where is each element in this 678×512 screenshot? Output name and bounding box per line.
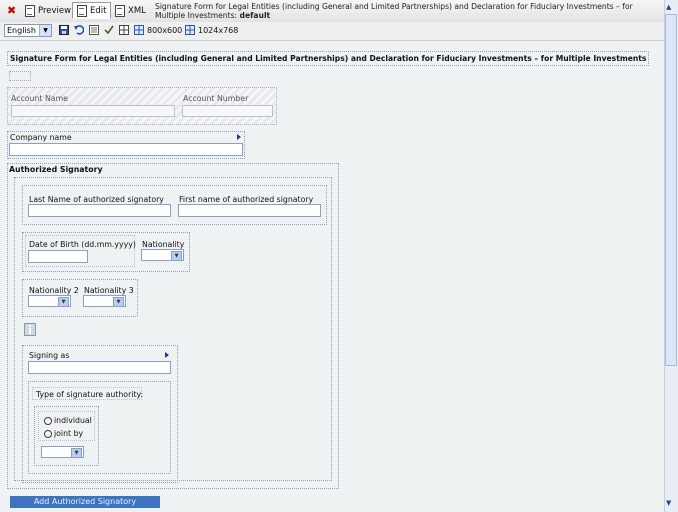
form-heading: Signature Form for Legal Entities (inclu…	[10, 54, 647, 63]
window-title-text: Signature Form for Legal Entities (inclu…	[155, 2, 633, 20]
form-anchor-box	[9, 71, 31, 81]
top-toolbar: ✖ Preview Edit XML Signature Form for Le…	[0, 0, 678, 23]
chevron-down-icon: ▼	[39, 25, 51, 36]
chevron-down-icon: ▼	[113, 297, 124, 307]
add-button-label: Add Authorized Signatory	[33, 497, 137, 506]
edit-tab[interactable]: Edit	[72, 2, 112, 19]
joint-select[interactable]: ▼	[41, 446, 84, 458]
xml-tab[interactable]: XML	[110, 2, 151, 19]
authorized-signatory-heading: Authorized Signatory	[9, 165, 103, 174]
undo-icon[interactable]	[74, 25, 84, 35]
close-icon: ✖	[7, 4, 17, 17]
language-select[interactable]: English ▼	[4, 24, 52, 37]
nationality3-label: Nationality 3	[84, 286, 134, 295]
window-title: Signature Form for Legal Entities (inclu…	[155, 2, 663, 20]
signing-as-label: Signing as	[29, 351, 70, 360]
edit-icon	[77, 4, 87, 17]
company-name-field[interactable]	[9, 143, 243, 156]
first-name-field[interactable]	[178, 204, 321, 217]
layout-800-icon[interactable]	[134, 25, 144, 35]
layout-icon[interactable]	[119, 25, 129, 35]
grid-icon[interactable]	[89, 25, 99, 35]
first-name-label: First name of authorized signatory	[179, 195, 314, 204]
xml-icon	[115, 4, 125, 17]
layout-1024-icon[interactable]	[185, 25, 195, 35]
scroll-down-icon[interactable]: ▼	[666, 499, 671, 507]
last-name-label: Last Name of authorized signatory	[29, 195, 164, 204]
form-canvas: Signature Form for Legal Entities (inclu…	[0, 41, 664, 512]
add-authorized-signatory-button[interactable]: Add Authorized Signatory	[10, 496, 160, 508]
preview-icon	[25, 4, 35, 17]
secondary-toolbar: English ▼ 800x600 1024x768	[0, 22, 678, 41]
size-1024-label[interactable]: 1024x768	[198, 26, 238, 35]
preview-label: Preview	[38, 5, 72, 16]
dob-field[interactable]	[28, 250, 88, 263]
close-button[interactable]: ✖	[2, 2, 21, 19]
save-icon[interactable]	[59, 25, 69, 35]
dob-label: Date of Birth (dd.mm.yyyy)	[29, 240, 136, 249]
scroll-up-icon[interactable]: ▲	[666, 3, 671, 11]
last-name-field[interactable]	[28, 204, 171, 217]
nationality3-select[interactable]: ▼	[83, 295, 126, 307]
size-800-label[interactable]: 800x600	[147, 26, 182, 35]
account-name-label: Account Name	[11, 94, 68, 103]
xml-label: XML	[128, 5, 146, 16]
nationality2-select[interactable]: ▼	[28, 295, 71, 307]
edit-label: Edit	[90, 5, 107, 16]
check-icon[interactable]	[104, 25, 114, 35]
joint-label: joint by	[54, 429, 84, 438]
expand-arrow-icon[interactable]	[165, 352, 169, 358]
nationality2-label: Nationality 2	[29, 286, 79, 295]
individual-radio[interactable]	[44, 417, 52, 425]
chevron-down-icon: ▼	[171, 251, 182, 261]
nationality-label: Nationality	[142, 240, 185, 249]
signing-as-field[interactable]	[28, 361, 171, 374]
window-title-state: default	[239, 11, 271, 20]
signature-type-label: Type of signature authority:	[36, 390, 144, 399]
individual-label: individual	[54, 416, 92, 425]
joint-radio[interactable]	[44, 430, 52, 438]
info-icon[interactable]	[24, 323, 36, 336]
account-name-field[interactable]	[11, 105, 175, 117]
scroll-thumb[interactable]	[665, 14, 677, 366]
account-number-field[interactable]	[182, 105, 273, 117]
preview-tab[interactable]: Preview	[20, 2, 76, 19]
chevron-down-icon: ▼	[58, 297, 69, 307]
company-name-label: Company name	[10, 133, 72, 142]
account-number-label: Account Number	[183, 94, 249, 103]
chevron-down-icon: ▼	[71, 448, 82, 458]
language-value: English	[7, 26, 36, 35]
nationality-select[interactable]: ▼	[141, 249, 184, 261]
expand-arrow-icon[interactable]	[237, 134, 241, 140]
